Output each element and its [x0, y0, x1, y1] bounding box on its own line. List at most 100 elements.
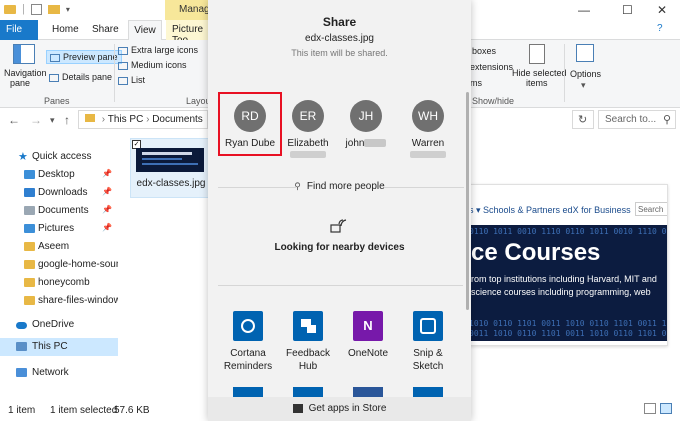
people-search-icon: ⚲: [294, 181, 301, 191]
refresh-icon: ↻: [578, 114, 588, 126]
preview-pane-icon: [50, 53, 60, 62]
item-check-boxes-option[interactable]: boxes: [472, 46, 496, 56]
share-title: Share: [322, 15, 357, 29]
minimize-button[interactable]: —: [578, 3, 590, 17]
breadcrumb-this-pc[interactable]: This PC: [108, 114, 144, 125]
avatar: WH: [412, 100, 444, 132]
folder-icon: [24, 278, 35, 287]
tab-view[interactable]: View: [128, 20, 162, 41]
search-input[interactable]: Search to... ⚲: [598, 110, 676, 129]
nearby-sharing-icon: [330, 218, 348, 233]
onenote-icon: N: [353, 311, 383, 341]
nav-quick-access[interactable]: ★ Quick access: [0, 148, 118, 166]
large-icons-view-icon[interactable]: [660, 403, 672, 414]
hidden-items-option[interactable]: ms: [470, 78, 482, 88]
medium-icons-option[interactable]: Medium icons: [118, 60, 187, 70]
details-view-icon[interactable]: [644, 403, 656, 414]
options-button[interactable]: Options ▾: [568, 44, 602, 94]
find-more-people-link[interactable]: ⚲ Find more people: [208, 181, 471, 192]
refresh-button[interactable]: ↻: [572, 110, 594, 129]
pin-icon: 📌: [102, 169, 112, 178]
breadcrumb-documents[interactable]: Documents: [152, 114, 203, 125]
preview-pane-button[interactable]: Preview pane: [46, 50, 122, 64]
new-folder-icon[interactable]: [47, 4, 60, 14]
contact-ryan-dube[interactable]: RD Ryan Dube: [218, 100, 282, 149]
app-onenote[interactable]: N OneNote: [338, 311, 398, 360]
list-icon: [118, 76, 128, 85]
nav-share-files[interactable]: share-files-windows: [0, 292, 118, 310]
avatar: JH: [350, 100, 382, 132]
app-cortana-reminders[interactable]: Cortana Reminders: [218, 311, 278, 373]
status-item-count: 1 item: [8, 405, 36, 416]
nav-honeycomb[interactable]: honeycomb: [0, 274, 118, 292]
computer-icon: [16, 342, 27, 351]
nav-desktop[interactable]: Desktop 📌: [0, 166, 118, 184]
downloads-icon: [24, 188, 35, 197]
tab-home[interactable]: Home: [52, 20, 79, 40]
file-name-extensions-option[interactable]: extensions: [470, 62, 513, 72]
folder-icon: [24, 242, 35, 251]
properties-icon[interactable]: [30, 3, 42, 15]
pin-icon: 📌: [102, 223, 112, 232]
tab-share[interactable]: Share: [92, 20, 119, 40]
navigation-pane-icon: [13, 44, 35, 64]
close-button[interactable]: ✕: [657, 3, 667, 17]
nav-documents[interactable]: Documents 📌: [0, 202, 118, 220]
preview-hero: 0110 1011 0010 1110 0110 1011 0010 1110 …: [469, 225, 667, 341]
preview-text: rom top institutions including Harvard, …: [471, 274, 657, 297]
preview-heading: ce Courses: [471, 239, 601, 266]
address-path[interactable]: › This PC › Documents: [78, 110, 208, 129]
nav-onedrive[interactable]: OneDrive: [0, 316, 118, 334]
hide-selected-items-button[interactable]: Hide selected items: [510, 44, 567, 94]
forward-arrow-icon[interactable]: →: [30, 113, 42, 127]
nearby-devices-status: Looking for nearby devices: [274, 242, 405, 253]
cloud-icon: [16, 322, 27, 329]
navigation-pane-button[interactable]: Navigation pane: [4, 44, 47, 94]
qat-dropdown-icon[interactable]: ▾: [66, 5, 70, 14]
up-arrow-icon[interactable]: ↑: [64, 113, 70, 127]
extra-large-icons-option[interactable]: Extra large icons: [118, 45, 198, 55]
panes-group-label: Panes: [44, 96, 70, 106]
preview-image: s ▾ Schools & Partners edX for Business …: [468, 184, 668, 346]
app-snip-sketch[interactable]: Snip & Sketch: [398, 311, 458, 373]
get-apps-in-store-button[interactable]: Get apps in Store: [208, 397, 471, 421]
back-arrow-icon[interactable]: ←: [8, 113, 20, 127]
preview-site-nav: s ▾ Schools & Partners edX for Business …: [469, 185, 667, 225]
app-feedback-hub[interactable]: Feedback Hub: [278, 311, 338, 373]
nav-pictures[interactable]: Pictures 📌: [0, 220, 118, 238]
extra-large-icons-icon: [118, 46, 128, 55]
documents-icon: [24, 206, 35, 215]
pictures-icon: [24, 224, 35, 233]
cortana-icon: [233, 311, 263, 341]
list-option[interactable]: List: [118, 75, 145, 85]
nav-google-home[interactable]: google-home-soun: [0, 256, 118, 274]
nav-aseem[interactable]: Aseem: [0, 238, 118, 256]
nav-downloads[interactable]: Downloads 📌: [0, 184, 118, 202]
share-scrollbar[interactable]: [466, 92, 469, 310]
tab-file[interactable]: File: [0, 20, 38, 40]
status-selected-count: 1 item selected: [50, 405, 118, 416]
contact-name: john: [345, 138, 365, 149]
hide-selected-icon: [529, 44, 545, 64]
file-thumbnail: [136, 148, 204, 172]
store-icon: [292, 403, 303, 413]
folder-icon: [24, 296, 35, 305]
redacted-text: [364, 139, 387, 148]
navigation-pane-label: Navigation: [4, 68, 47, 78]
contact-elizabeth[interactable]: ER Elizabeth: [276, 100, 340, 158]
maximize-button[interactable]: ☐: [622, 3, 633, 17]
share-filename: edx-classes.jpg: [305, 33, 374, 44]
contact-name: Warren: [411, 138, 445, 149]
medium-icons-icon: [118, 61, 128, 70]
nav-network[interactable]: Network: [0, 364, 118, 382]
navigation-pane-label-2: pane: [10, 78, 31, 88]
share-panel: Share edx-classes.jpg This item will be …: [208, 0, 471, 421]
contact-john[interactable]: JH john: [334, 100, 398, 149]
details-pane-button[interactable]: Details pane: [46, 71, 115, 83]
details-pane-icon: [49, 73, 59, 82]
contact-warren[interactable]: WH Warren: [396, 100, 460, 158]
avatar: ER: [292, 100, 324, 132]
help-icon[interactable]: ?: [657, 23, 663, 34]
nav-this-pc[interactable]: This PC: [0, 338, 118, 356]
recent-dropdown-icon[interactable]: ▾: [50, 115, 55, 126]
